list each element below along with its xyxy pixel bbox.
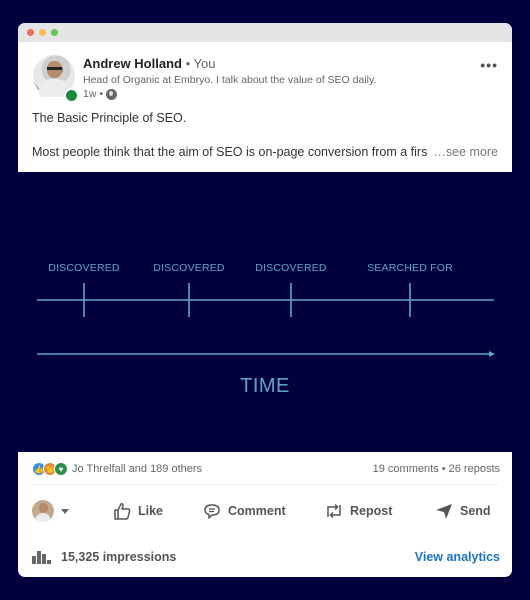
- stage-label-2: DISCOVERED: [153, 262, 225, 274]
- social-counts: 👍 👏 ♥ Jo Threlfall and 189 others 19 com…: [32, 460, 500, 478]
- author-headline: Head of Organic at Embryo. I talk about …: [83, 74, 377, 86]
- avatar-glasses: [47, 67, 62, 70]
- post-text-line-truncated: Most people think that the aim of SEO is…: [32, 144, 498, 161]
- actor-avatar: [32, 500, 54, 522]
- stage-label-3: DISCOVERED: [255, 262, 327, 274]
- post-meta: 1w •: [83, 88, 118, 100]
- avatar-face: [39, 503, 48, 513]
- impressions-row: 15,325 impressions View analytics: [32, 548, 500, 566]
- impressions-count: 15,325 impressions: [61, 550, 177, 564]
- post-card-top: Andrew Holland • You Head of Organic at …: [18, 23, 512, 172]
- repost-label: Repost: [350, 504, 393, 518]
- like-label: Like: [138, 504, 164, 518]
- post-text-line: The Basic Principle of SEO.: [32, 111, 187, 125]
- post-header: Andrew Holland • You Head of Organic at …: [18, 42, 512, 103]
- post-time: 1w •: [83, 88, 104, 100]
- like-button[interactable]: Like: [112, 501, 202, 521]
- globe-icon: [106, 88, 118, 100]
- comments-reposts-count[interactable]: 19 comments • 26 reposts: [373, 463, 500, 475]
- more-options-icon[interactable]: •••: [480, 57, 498, 73]
- comment-label: Comment: [228, 504, 286, 518]
- time-axis-label: TIME: [240, 375, 290, 397]
- maximize-window-button[interactable]: [51, 29, 58, 36]
- comment-icon: [204, 504, 220, 519]
- send-label: Send: [460, 504, 491, 518]
- window-titlebar: [18, 23, 512, 42]
- divider: [32, 484, 498, 485]
- post-text-preview: Most people think that the aim of SEO is…: [32, 145, 428, 159]
- avatar-shirt: [35, 513, 51, 522]
- support-reaction-icon: ♥: [54, 462, 68, 476]
- online-status-icon: [64, 88, 79, 103]
- comment-button[interactable]: Comment: [202, 501, 324, 521]
- repost-button[interactable]: Repost: [324, 501, 434, 521]
- actor-selector[interactable]: [32, 500, 112, 522]
- author-relation: • You: [185, 56, 216, 71]
- reactors-text[interactable]: Jo Threlfall and 189 others: [72, 463, 202, 475]
- timeline-svg: [37, 283, 495, 357]
- author-name[interactable]: Andrew Holland: [83, 56, 182, 71]
- reaction-icons[interactable]: 👍 👏 ♥: [32, 462, 68, 476]
- author-name-line: Andrew Holland • You: [83, 56, 215, 71]
- post-body: The Basic Principle of SEO. Most people …: [18, 102, 512, 161]
- timeline-diagram: DISCOVERED DISCOVERED DISCOVERED SEARCHED F…: [0, 172, 530, 452]
- stage-label-4: SEARCHED FOR: [367, 262, 453, 274]
- send-icon: [436, 504, 452, 519]
- send-button[interactable]: Send: [434, 501, 491, 521]
- time-arrow-head-icon: [489, 351, 495, 357]
- thumbs-up-icon: [114, 503, 131, 520]
- analytics-bar-icon: [32, 550, 51, 564]
- minimize-window-button[interactable]: [39, 29, 46, 36]
- caret-down-icon: [61, 508, 69, 514]
- post-card-bottom: 👍 👏 ♥ Jo Threlfall and 189 others 19 com…: [18, 452, 512, 577]
- repost-icon: [327, 503, 341, 519]
- stage-label-1: DISCOVERED: [48, 262, 120, 274]
- view-analytics-link[interactable]: View analytics: [415, 550, 500, 564]
- close-window-button[interactable]: [27, 29, 34, 36]
- see-more-link[interactable]: …see more: [433, 144, 498, 161]
- action-bar: Like Comment Repost Send: [32, 496, 502, 526]
